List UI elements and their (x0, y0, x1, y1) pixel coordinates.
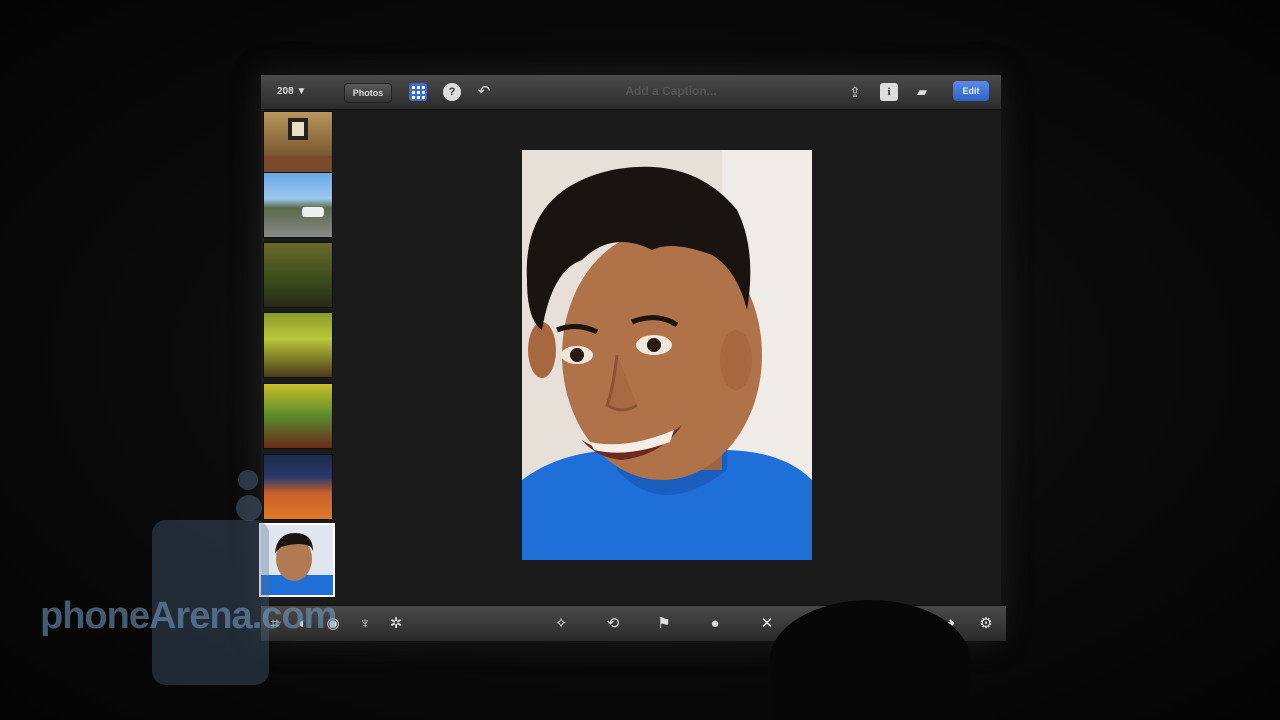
auto-enhance-icon[interactable]: ✧ (551, 614, 571, 634)
thumbnail-portrait-selected[interactable] (259, 523, 335, 597)
settings-icon[interactable]: ⚙ (976, 614, 996, 634)
grid-icon[interactable] (409, 83, 427, 101)
ipad-screen: 208 ▼ Photos ? ↶ Add a Caption... ⇪ i ▰ … (259, 75, 1006, 641)
watermark-text: phoneArena.com (40, 595, 337, 637)
caption-field[interactable]: Add a Caption... (561, 84, 781, 98)
hand-shadow (770, 600, 970, 720)
top-toolbar: 208 ▼ Photos ? ↶ Add a Caption... ⇪ i ▰ … (261, 75, 1001, 110)
thumbnail-chair-3[interactable] (263, 383, 333, 449)
main-photo[interactable] (522, 150, 812, 560)
edit-button[interactable]: Edit (953, 81, 989, 101)
undo-icon[interactable]: ↶ (475, 83, 493, 101)
thumbnail-chair-2[interactable] (263, 312, 333, 378)
thumbnail-chair-1[interactable] (263, 242, 333, 308)
effects-icon[interactable]: ✲ (386, 614, 406, 634)
rotate-icon[interactable]: ⟲ (603, 614, 623, 634)
photo-count-dropdown[interactable]: 208 ▼ (277, 86, 317, 97)
folder-icon[interactable]: ▰ (913, 83, 931, 101)
thumbnail-parking[interactable] (263, 172, 333, 238)
thumbnail-lamp[interactable] (263, 111, 333, 177)
share-icon[interactable]: ⇪ (846, 83, 864, 101)
hide-icon[interactable]: ✕ (757, 614, 777, 634)
brush-icon[interactable]: ♆ (355, 614, 375, 634)
favorite-icon[interactable]: ● (705, 614, 725, 634)
watermark-dot (236, 495, 262, 521)
flag-icon[interactable]: ⚑ (654, 614, 674, 634)
thumbnail-screen[interactable] (263, 454, 333, 520)
info-icon[interactable]: i (880, 83, 898, 101)
help-icon[interactable]: ? (443, 83, 461, 101)
watermark-dot (238, 470, 258, 490)
photos-button[interactable]: Photos (344, 83, 392, 103)
